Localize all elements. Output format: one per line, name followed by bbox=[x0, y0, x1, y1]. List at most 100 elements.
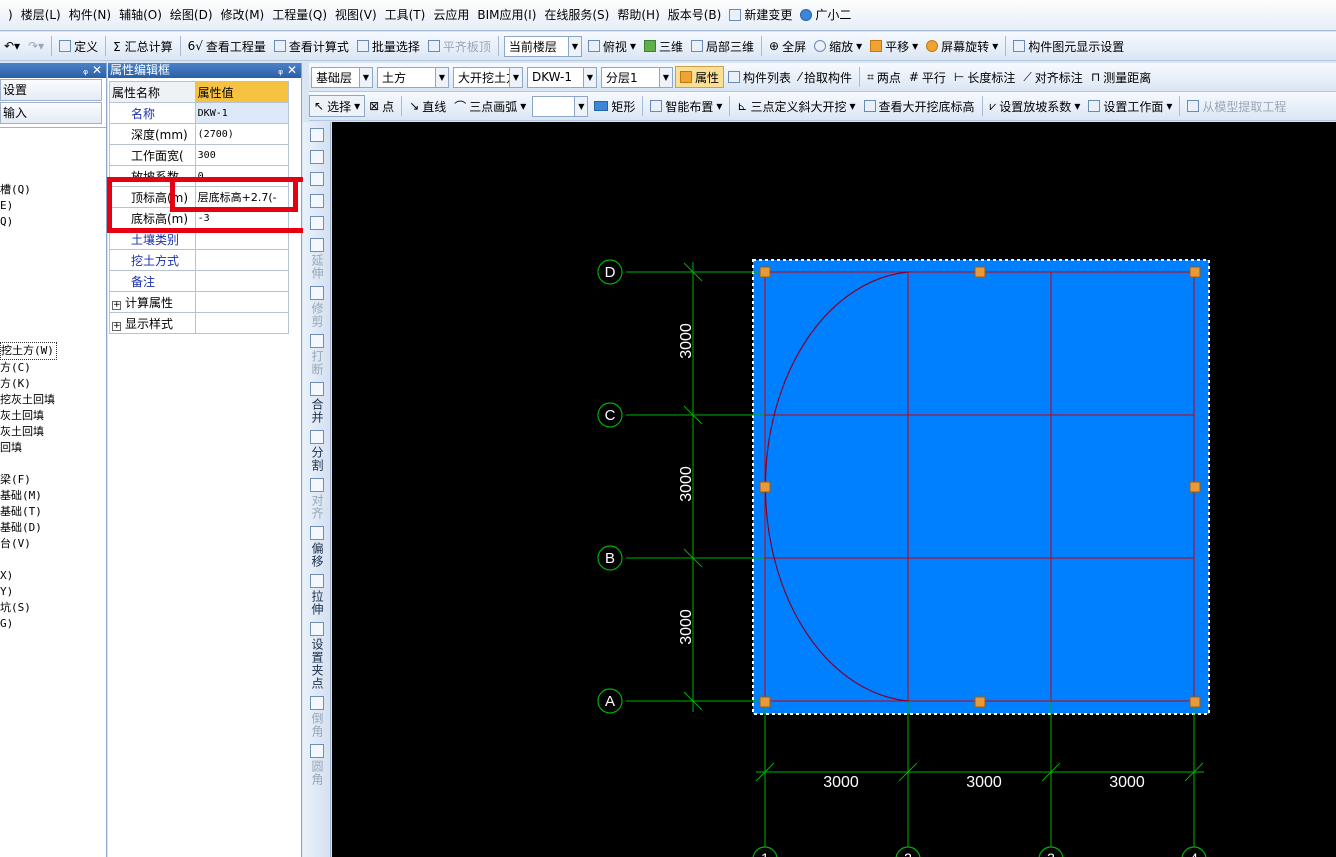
menu-cloud[interactable]: 云应用 bbox=[429, 0, 473, 30]
tree-item[interactable]: 方(K) bbox=[0, 376, 106, 392]
tree-item[interactable]: G) bbox=[0, 616, 106, 632]
tree-item-selected[interactable]: 挖土方(W) bbox=[0, 342, 57, 360]
menu-view[interactable]: 视图(V) bbox=[331, 0, 381, 30]
view-formula-button[interactable]: 查看计算式 bbox=[270, 35, 353, 57]
point-button[interactable]: ⊠ 点 bbox=[365, 95, 398, 117]
pan-button[interactable]: 平移 ▾ bbox=[866, 35, 922, 57]
grip-point[interactable] bbox=[974, 266, 986, 278]
component-select[interactable]: DKW-1 ▼ bbox=[527, 66, 597, 88]
property-toggle-button[interactable]: 属性 bbox=[675, 66, 725, 88]
flush-slab-button[interactable]: 平齐板顶 bbox=[424, 35, 495, 57]
settings-button[interactable]: 设置 bbox=[0, 79, 102, 101]
tree-item[interactable]: 回填 bbox=[0, 440, 106, 456]
batch-select-button[interactable]: 批量选择 bbox=[353, 35, 424, 57]
tree-item[interactable]: 灰土回填 bbox=[0, 424, 106, 440]
menu-assistant[interactable]: 广小二 bbox=[796, 0, 855, 30]
mirror-tool[interactable] bbox=[303, 169, 330, 191]
offset-tool[interactable]: 偏移 bbox=[303, 523, 330, 571]
pick-component-button[interactable]: ⁄ 拾取构件 bbox=[795, 66, 856, 88]
merge-tool[interactable]: 合并 bbox=[303, 379, 330, 427]
tree-item[interactable]: Q) bbox=[0, 214, 106, 230]
table-row[interactable]: 挖土方式 bbox=[109, 249, 290, 271]
pen-tool[interactable] bbox=[303, 122, 330, 147]
tree-item[interactable]: 基础(T) bbox=[0, 504, 106, 520]
tree-item[interactable]: 灰土回填 bbox=[0, 408, 106, 424]
zoom-button[interactable]: 缩放 ▾ bbox=[810, 35, 866, 57]
tree-item[interactable]: 基础(M) bbox=[0, 488, 106, 504]
menu-modify[interactable]: 修改(M) bbox=[217, 0, 269, 30]
expand-icon[interactable]: + bbox=[112, 321, 121, 331]
table-row[interactable]: + 计算属性 bbox=[109, 291, 290, 313]
select-button[interactable]: ↖ 选择 ▾ bbox=[309, 95, 366, 117]
drawing-canvas[interactable]: D C B A 1 2 3 4 3000 3000 3000 3000 3000… bbox=[332, 122, 1336, 857]
view-quantity-button[interactable]: 6√ 查看工程量 bbox=[184, 35, 270, 57]
rect-button[interactable]: 矩形 bbox=[590, 95, 639, 117]
tree-item[interactable]: 坑(S) bbox=[0, 600, 106, 616]
set-slope-button[interactable]: ⩗ 设置放坡系数 ▾ bbox=[986, 95, 1085, 117]
tree-item[interactable]: 槽(Q) bbox=[0, 182, 106, 198]
excavation-area[interactable] bbox=[753, 260, 1209, 714]
table-row[interactable]: 工作面宽(300 bbox=[109, 144, 290, 166]
3d-view-button[interactable]: 三维 bbox=[640, 35, 687, 57]
tree-item[interactable]: 基础(D) bbox=[0, 520, 106, 536]
property-group[interactable]: + 显示样式 bbox=[109, 312, 196, 334]
align-dim-button[interactable]: ⟋ 对齐标注 bbox=[1019, 66, 1086, 88]
measure-distance-button[interactable]: ⊓ 测量距离 bbox=[1087, 66, 1155, 88]
align-tool[interactable]: 对齐 bbox=[303, 475, 330, 523]
floor-scope-select[interactable]: 当前楼层 ▼ bbox=[503, 35, 582, 57]
menu-aux-axis[interactable]: 辅轴(O) bbox=[115, 0, 166, 30]
tree-item[interactable]: Y) bbox=[0, 584, 106, 600]
table-row[interactable]: 备注 bbox=[109, 270, 290, 292]
fillet-tool[interactable]: 圆角 bbox=[303, 741, 330, 789]
tree-item[interactable]: X) bbox=[0, 568, 106, 584]
property-group[interactable]: + 计算属性 bbox=[109, 291, 196, 313]
floor-select[interactable]: 基础层 ▼ bbox=[311, 66, 373, 88]
menu-online[interactable]: 在线服务(S) bbox=[540, 0, 613, 30]
grip-point[interactable] bbox=[759, 266, 771, 278]
trim-tool[interactable]: 修剪 bbox=[303, 283, 330, 331]
grip-point[interactable] bbox=[1189, 266, 1201, 278]
tree-item[interactable]: 梁(F) bbox=[0, 472, 106, 488]
arc-button[interactable]: ⌒ 三点画弧 ▾ bbox=[450, 95, 530, 117]
property-value[interactable] bbox=[194, 270, 290, 292]
panel-pin-close[interactable]: ᵩ ✕ bbox=[83, 63, 102, 78]
table-row[interactable]: 深度(mm) (2700) bbox=[109, 123, 290, 145]
chamfer-tool[interactable]: 倒角 bbox=[303, 693, 330, 741]
three-point-slope-button[interactable]: ⊾ 三点定义斜大开挖 ▾ bbox=[733, 95, 859, 117]
stretch-tool[interactable]: 拉伸 bbox=[303, 571, 330, 619]
extend-tool[interactable]: 延伸 bbox=[303, 235, 330, 283]
split-tool[interactable]: 分割 bbox=[303, 427, 330, 475]
two-points-button[interactable]: ⌗ 两点 bbox=[863, 66, 905, 88]
define-button[interactable]: 定义 bbox=[55, 35, 102, 57]
set-grip-tool[interactable]: 设置夹点 bbox=[303, 619, 330, 693]
grip-point[interactable] bbox=[759, 696, 771, 708]
grip-point[interactable] bbox=[974, 696, 986, 708]
property-value[interactable] bbox=[194, 249, 290, 271]
panel-pin-close[interactable]: ᵩ ✕ bbox=[278, 63, 297, 78]
menu-bim[interactable]: BIM应用(I) bbox=[473, 0, 540, 30]
rotate-button[interactable]: 屏幕旋转 ▾ bbox=[922, 35, 1002, 57]
menu-new-change[interactable]: 新建变更 bbox=[725, 0, 796, 30]
undo-button[interactable]: ↶▾ bbox=[0, 35, 24, 57]
line-button[interactable]: ↘ 直线 bbox=[405, 95, 450, 117]
grip-point[interactable] bbox=[759, 481, 771, 493]
draw-mode-select[interactable]: ▼ bbox=[532, 95, 589, 117]
table-row[interactable]: 名称 DKW-1 bbox=[109, 102, 290, 124]
extract-from-model-button[interactable]: 从模型提取工程 bbox=[1183, 95, 1290, 117]
tree-item[interactable]: 方(C) bbox=[0, 360, 106, 376]
menu-help[interactable]: 帮助(H) bbox=[613, 0, 663, 30]
grip-point[interactable] bbox=[1189, 696, 1201, 708]
set-workface-button[interactable]: 设置工作面 ▾ bbox=[1084, 95, 1176, 117]
menu-version[interactable]: 版本号(B) bbox=[664, 0, 726, 30]
property-value[interactable]: 300 bbox=[194, 144, 290, 166]
top-view-button[interactable]: 俯视 ▾ bbox=[584, 35, 640, 57]
smart-layout-button[interactable]: 智能布置 ▾ bbox=[646, 95, 726, 117]
category-select[interactable]: 土方 ▼ bbox=[377, 66, 449, 88]
input-button[interactable]: 输入 bbox=[0, 102, 102, 124]
expand-icon[interactable]: + bbox=[112, 300, 121, 310]
property-value[interactable]: (2700) bbox=[194, 123, 290, 145]
grip-point[interactable] bbox=[1189, 481, 1201, 493]
tree-item[interactable]: 挖灰土回填 bbox=[0, 392, 106, 408]
menu-item-partial[interactable]: ) bbox=[4, 0, 17, 30]
tree-item[interactable]: E) bbox=[0, 198, 106, 214]
